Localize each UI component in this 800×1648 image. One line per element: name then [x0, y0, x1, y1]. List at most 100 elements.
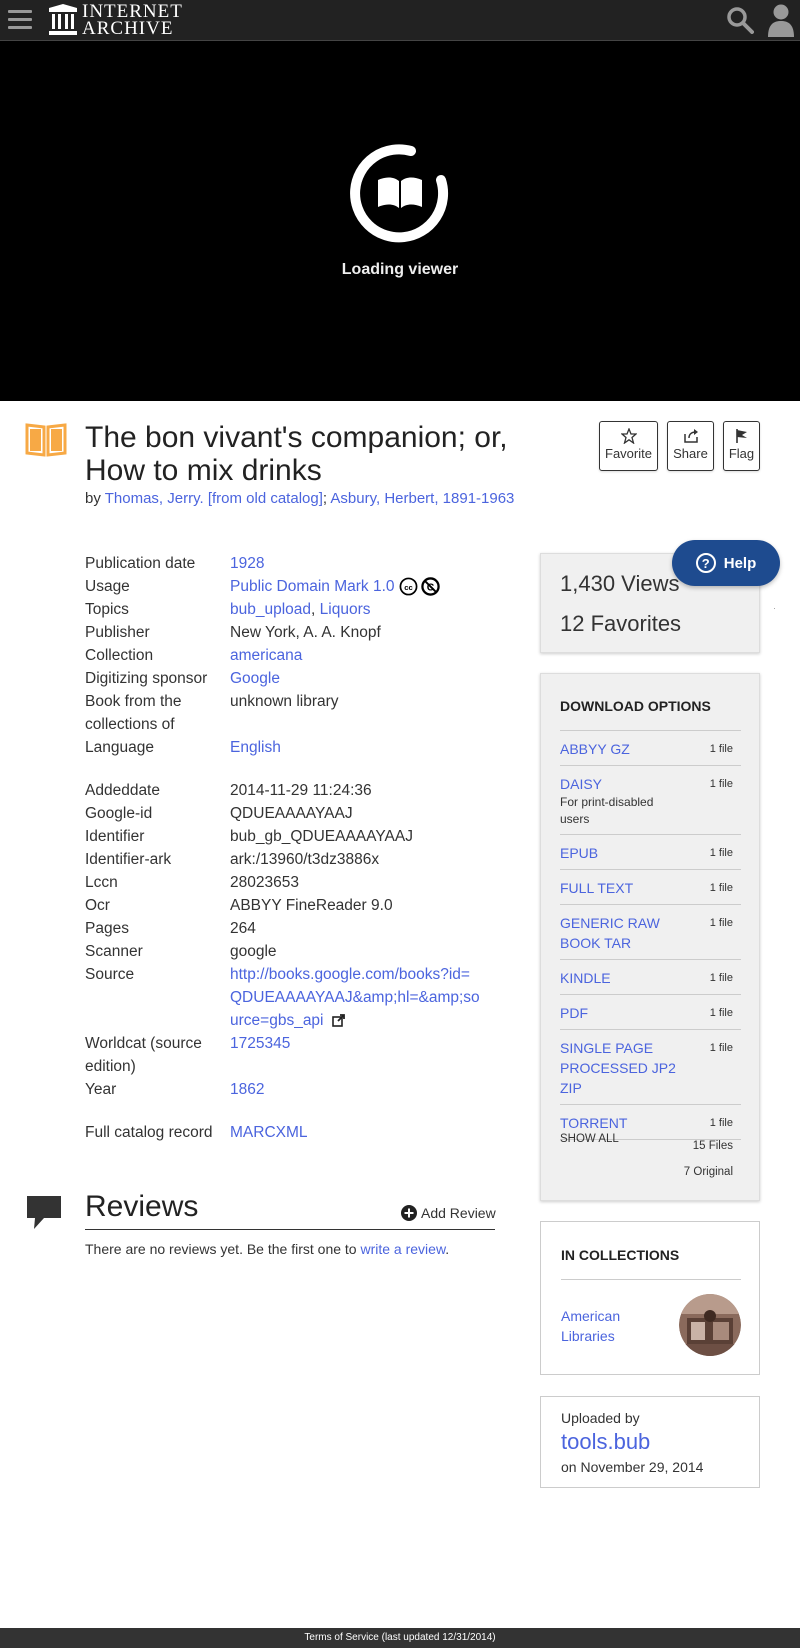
- top-nav: INTERNET ARCHIVE: [0, 0, 800, 41]
- search-icon[interactable]: [726, 6, 754, 34]
- loading-spinner-icon: [350, 144, 448, 243]
- metadata-row: Publisher New York, A. A. Knopf: [85, 621, 525, 644]
- metadata-key: Pages: [85, 920, 129, 937]
- collection-link-american-libraries[interactable]: American Libraries: [561, 1306, 651, 1346]
- metadata-key: Scanner: [85, 943, 143, 960]
- uploader-name-link[interactable]: tools.bub: [561, 1429, 650, 1455]
- download-file-count[interactable]: 1 file: [691, 843, 741, 863]
- download-option-row: EPUB 1 file: [560, 835, 741, 870]
- internet-archive-logo[interactable]: INTERNET ARCHIVE: [49, 2, 183, 39]
- add-review-button[interactable]: Add Review: [401, 1205, 496, 1221]
- metadata-key: Book from the collections of: [85, 693, 182, 733]
- plus-circle-icon: [401, 1205, 417, 1221]
- download-file-count[interactable]: 1 file: [691, 1003, 741, 1023]
- metadata-key: Worldcat (source edition): [85, 1035, 202, 1075]
- metadata-value: google: [230, 940, 480, 963]
- metadata-row: Identifier-ark ark:/13960/t3dz3886x: [85, 848, 525, 871]
- show-all-files-link[interactable]: SHOW ALL: [560, 1133, 619, 1145]
- download-format-link[interactable]: TORRENT: [560, 1113, 680, 1133]
- metadata-link[interactable]: 1862: [230, 1081, 264, 1098]
- favorite-button[interactable]: Favorite: [599, 421, 658, 471]
- metadata-link[interactable]: English: [230, 739, 281, 756]
- download-format-link[interactable]: ABBYY GZ: [560, 739, 680, 759]
- flag-button[interactable]: Flag: [723, 421, 760, 471]
- metadata-row: Worldcat (source edition) 1725345: [85, 1032, 525, 1078]
- download-format-name: KINDLE: [560, 970, 611, 986]
- download-options-panel: DOWNLOAD OPTIONS ABBYY GZ 1 file DAISY For …: [540, 673, 760, 1201]
- download-file-count[interactable]: 1 file: [691, 1113, 741, 1133]
- download-file-count[interactable]: 1 file: [691, 739, 741, 759]
- metadata-key: Digitizing sponsor: [85, 670, 208, 687]
- metadata-value: Google: [230, 667, 480, 690]
- share-button[interactable]: Share: [667, 421, 714, 471]
- question-mark-icon: ?: [695, 553, 716, 573]
- metadata-link[interactable]: MARCXML: [230, 1124, 308, 1141]
- metadata-value: 1725345: [230, 1032, 480, 1078]
- metadata-row: Lccn 28023653: [85, 871, 525, 894]
- hamburger-menu-icon[interactable]: [8, 10, 32, 30]
- metadata-link[interactable]: americana: [230, 647, 302, 664]
- metadata-value: 1928: [230, 552, 480, 575]
- author-link[interactable]: Thomas, Jerry. [from old catalog]: [105, 490, 323, 507]
- metadata-link[interactable]: Public Domain Mark 1.0: [230, 578, 395, 595]
- reviews-divider: [85, 1229, 495, 1230]
- flag-label: Flag: [728, 446, 755, 461]
- metadata-value: 264: [230, 917, 480, 940]
- metadata-link[interactable]: 1928: [230, 555, 264, 572]
- metadata-link[interactable]: 1725345: [230, 1035, 290, 1052]
- book-viewer[interactable]: Loading viewer: [0, 41, 800, 401]
- topic-link[interactable]: Liquors: [320, 601, 371, 618]
- topic-separator: ,: [311, 601, 320, 618]
- logo-text: INTERNET ARCHIVE: [82, 2, 183, 39]
- download-option-row: DAISY For print-disabled users 1 file: [560, 766, 741, 835]
- footer: Terms of Service (last updated 12/31/201…: [0, 1628, 800, 1648]
- logo-line-2: ARCHIVE: [82, 18, 174, 39]
- user-account-icon[interactable]: [766, 3, 796, 37]
- author-link[interactable]: Asbury, Herbert, 1891-1963: [330, 490, 514, 507]
- files-total: 15 Files: [692, 1140, 733, 1152]
- download-format-name: SINGLE PAGE PROCESSED JP2 ZIP: [560, 1040, 676, 1096]
- american-libraries-thumbnail[interactable]: [679, 1294, 741, 1356]
- download-file-count[interactable]: 1 file: [691, 1038, 741, 1098]
- metadata-text: New York, A. A. Knopf: [230, 624, 381, 641]
- download-option-row: KINDLE 1 file: [560, 960, 741, 995]
- metadata-link[interactable]: Google: [230, 670, 280, 687]
- metadata-value: QDUEAAAAYAAJ: [230, 802, 480, 825]
- download-format-name: EPUB: [560, 845, 599, 861]
- download-file-count[interactable]: 1 file: [691, 913, 741, 953]
- download-format-link[interactable]: DAISY For print-disabled users: [560, 774, 680, 828]
- download-format-link[interactable]: PDF: [560, 1003, 680, 1023]
- download-file-count[interactable]: 1 file: [691, 968, 741, 988]
- metadata-row: Addeddate 2014-11-29 11:24:36: [85, 779, 525, 802]
- metadata-value: English: [230, 736, 480, 759]
- metadata-text: QDUEAAAAYAAJ: [230, 805, 353, 822]
- reviews-empty-message: There are no reviews yet. Be the first o…: [85, 1241, 361, 1257]
- terms-of-service-link[interactable]: Terms of Service (last updated 12/31/201…: [304, 1632, 495, 1643]
- download-format-name: ABBYY GZ: [560, 741, 630, 757]
- download-option-row: PDF 1 file: [560, 995, 741, 1030]
- share-label: Share: [673, 446, 708, 461]
- download-format-link[interactable]: FULL TEXT: [560, 878, 680, 898]
- download-format-link[interactable]: EPUB: [560, 843, 680, 863]
- download-format-link[interactable]: SINGLE PAGE PROCESSED JP2 ZIP: [560, 1038, 680, 1098]
- topic-link[interactable]: bub_upload: [230, 601, 311, 618]
- archive-building-icon: [49, 4, 77, 35]
- write-review-link[interactable]: write a review: [360, 1241, 445, 1257]
- metadata-row: Full catalog record MARCXML: [85, 1121, 525, 1144]
- reviews-empty-text: There are no reviews yet. Be the first o…: [85, 1241, 449, 1257]
- reviews-heading: Reviews: [85, 1190, 199, 1223]
- cc-license-icons: cc C: [399, 577, 440, 597]
- download-options-list: ABBYY GZ 1 file DAISY For print-disabled us…: [560, 730, 741, 1140]
- download-file-count[interactable]: 1 file: [691, 878, 741, 898]
- metadata-key: Collection: [85, 647, 154, 664]
- collections-divider: [561, 1279, 741, 1280]
- metadata-link[interactable]: http://books.google.com/books?id=QDUEAAA…: [230, 966, 480, 1029]
- download-format-link[interactable]: KINDLE: [560, 968, 680, 988]
- metadata-key: Lccn: [85, 874, 118, 891]
- help-button[interactable]: ? Help: [672, 540, 780, 586]
- metadata-row: Ocr ABBYY FineReader 9.0: [85, 894, 525, 917]
- metadata-key: Language: [85, 739, 154, 756]
- download-file-count[interactable]: 1 file: [691, 774, 741, 828]
- metadata-table: Publication date 1928 Usage Public Domain M…: [85, 552, 525, 1144]
- download-format-link[interactable]: GENERIC RAW BOOK TAR: [560, 913, 680, 953]
